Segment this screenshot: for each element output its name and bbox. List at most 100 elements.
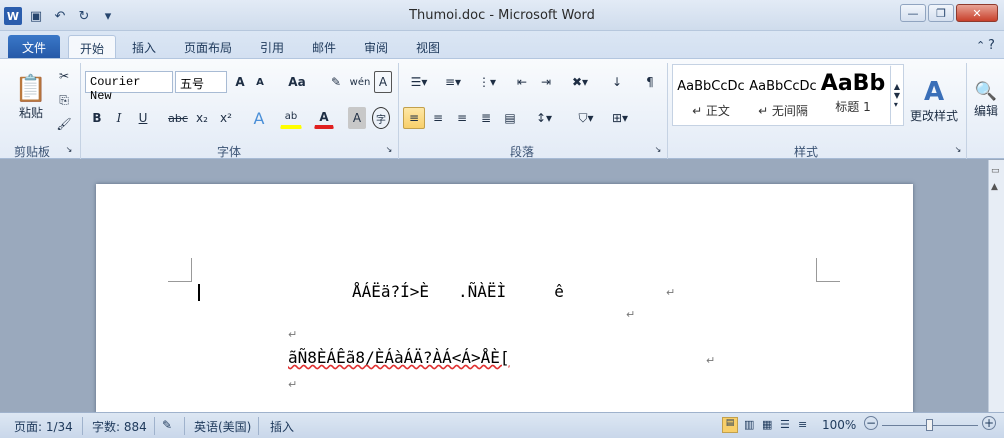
italic-button[interactable]: I	[110, 107, 128, 129]
paragraph-group-label: 段落	[510, 145, 535, 159]
language-indicator[interactable]: 英语(美国)	[194, 418, 251, 435]
status-divider	[184, 417, 185, 435]
align-center-icon[interactable]: ≡	[427, 107, 449, 129]
line-spacing-icon[interactable]: ↕▾	[530, 107, 558, 129]
status-divider	[154, 417, 155, 435]
tab-insert[interactable]: 插入	[122, 35, 166, 58]
bold-button[interactable]: B	[88, 107, 106, 129]
text-cursor	[198, 284, 200, 301]
group-divider	[80, 63, 81, 159]
outline-icon[interactable]: ☰	[780, 418, 790, 431]
zoom-in-icon[interactable]: +	[982, 416, 996, 430]
tab-file[interactable]: 文件	[8, 35, 60, 58]
clipboard-group-label: 剪贴板	[14, 145, 51, 159]
tab-mailings[interactable]: 邮件	[302, 35, 346, 58]
ruler-toggle-icon[interactable]: ▭	[991, 166, 1003, 176]
styles-scroll-icon[interactable]: ▲ ▼ ▾	[890, 65, 904, 125]
underline-button[interactable]: U	[134, 107, 152, 129]
status-bar: 页面: 1/34 字数: 884 ✎ 英语(美国) 插入 ▤ ▥ ▦ ☰ ≡ 1…	[0, 412, 1004, 438]
styles-group-label: 样式	[794, 145, 819, 159]
align-left-icon[interactable]: ≡	[403, 107, 425, 129]
enclose-char-button[interactable]: 字	[372, 107, 390, 129]
dialog-launcher-icon[interactable]: ↘	[383, 143, 395, 155]
numbering-icon[interactable]: ≡▾	[438, 71, 468, 93]
copy-icon[interactable]: ⎘	[54, 89, 74, 111]
align-right-icon[interactable]: ≡	[451, 107, 473, 129]
zoom-level[interactable]: 100%	[822, 418, 856, 432]
group-divider	[398, 63, 399, 159]
scroll-up-icon[interactable]: ▲	[991, 182, 1003, 192]
grow-font-button[interactable]: A	[232, 71, 248, 93]
phonetic-guide-icon[interactable]: wén	[350, 71, 371, 93]
superscript-button[interactable]: x²	[216, 107, 236, 129]
full-screen-icon[interactable]: ▥	[744, 418, 754, 431]
justify-icon[interactable]: ≣	[475, 107, 497, 129]
window-controls: — ❐ ✕	[900, 4, 998, 22]
status-divider	[258, 417, 259, 435]
distributed-icon[interactable]: ▤	[499, 107, 521, 129]
sort-icon[interactable]: ↓	[606, 71, 628, 93]
zoom-slider-thumb[interactable]	[926, 419, 933, 431]
font-name-select[interactable]: Courier New	[85, 71, 173, 103]
change-styles-button[interactable]: A 更改样式	[908, 63, 960, 137]
style-normal[interactable]: AaBbCcDc ↵ 正文	[676, 65, 746, 125]
tab-view[interactable]: 视图	[406, 35, 450, 58]
bullets-icon[interactable]: ☰▾	[404, 71, 434, 93]
document-line-2[interactable]: ãÑ8ÈÁÊã8/ÈÁàÁÄ?ÀÁ<Á>ÅÈ[	[288, 348, 510, 367]
tab-home[interactable]: 开始	[68, 35, 116, 58]
zoom-out-icon[interactable]: −	[864, 416, 878, 430]
minimize-button[interactable]: —	[900, 4, 926, 22]
style-no-spacing[interactable]: AaBbCcDc ↵ 无间隔	[748, 65, 818, 125]
group-divider	[667, 63, 668, 159]
char-border-button[interactable]: A	[374, 71, 392, 93]
vertical-scrollbar[interactable]: ▭ ▲	[988, 160, 1004, 412]
restore-button[interactable]: ❐	[928, 4, 954, 22]
strikethrough-button[interactable]: abc	[166, 107, 190, 129]
paragraph-mark: ↵	[706, 354, 716, 367]
change-case-button[interactable]: Aa	[284, 71, 310, 93]
draft-icon[interactable]: ≡	[798, 418, 807, 431]
multilevel-list-icon[interactable]: ⋮▾	[472, 71, 502, 93]
tab-review[interactable]: 审阅	[354, 35, 398, 58]
window-title: Thumoi.doc - Microsoft Word	[409, 8, 595, 23]
dialog-launcher-icon[interactable]: ↘	[63, 143, 75, 155]
decrease-indent-icon[interactable]: ⇤	[512, 71, 532, 93]
shrink-font-button[interactable]: A	[252, 71, 268, 93]
cut-icon[interactable]: ✂	[54, 65, 74, 87]
ribbon: 📋 粘贴 ✂ ⎘ 🖌 剪贴板 ↘ Courier New 五号 A A Aa ✎…	[0, 58, 1004, 159]
text-effects-button[interactable]: A	[248, 107, 270, 129]
borders-icon[interactable]: ⊞▾	[606, 107, 634, 129]
highlight-icon[interactable]: ab	[280, 107, 302, 129]
insert-mode[interactable]: 插入	[270, 418, 294, 435]
char-shading-button[interactable]: A	[348, 107, 366, 129]
show-marks-icon[interactable]: ¶	[640, 71, 660, 93]
dialog-launcher-icon[interactable]: ↘	[952, 143, 964, 155]
font-size-select[interactable]: 五号	[175, 71, 227, 93]
tab-page-layout[interactable]: 页面布局	[174, 35, 242, 58]
tab-references[interactable]: 引用	[250, 35, 294, 58]
font-color-button[interactable]: A	[314, 107, 334, 129]
ribbon-tabs: 文件 开始 插入 页面布局 引用 邮件 审阅 视图 ⌃ ?	[0, 31, 1004, 58]
page-count[interactable]: 页面: 1/34	[14, 418, 73, 435]
word-count[interactable]: 字数: 884	[92, 418, 147, 435]
print-layout-icon[interactable]: ▤	[722, 417, 738, 433]
paragraph-mark: ↵	[626, 308, 636, 321]
shading-icon[interactable]: ⛉▾	[572, 107, 600, 129]
web-layout-icon[interactable]: ▦	[762, 418, 772, 431]
title-bar: W ▣ ↶ ↻ ▾ Thumoi.doc - Microsoft Word — …	[0, 0, 1004, 31]
document-line-1[interactable]: ÅÁËä?Í>È .ÑÀËÌ ê	[352, 282, 564, 301]
increase-indent-icon[interactable]: ⇥	[536, 71, 556, 93]
close-button[interactable]: ✕	[956, 4, 998, 22]
paste-button[interactable]: 📋 粘贴	[14, 63, 48, 131]
dialog-launcher-icon[interactable]: ↘	[652, 143, 664, 155]
style-heading-1[interactable]: AaBb 标题 1	[820, 65, 886, 125]
subscript-button[interactable]: x₂	[192, 107, 212, 129]
format-painter-icon[interactable]: 🖌	[54, 113, 74, 135]
font-group-label: 字体	[217, 145, 242, 159]
help-icon[interactable]: ?	[984, 35, 999, 58]
chinese-layout-icon[interactable]: ✖▾	[566, 71, 594, 93]
clear-format-icon[interactable]: ✎	[326, 71, 346, 93]
proofing-icon[interactable]: ✎	[162, 418, 172, 432]
document-page[interactable]: ÅÁËä?Í>È .ÑÀËÌ ê ↵ ↵ ↵ ãÑ8ÈÁÊã8/ÈÁàÁÄ?ÀÁ…	[96, 184, 913, 414]
editing-button[interactable]: 🔍 编辑	[970, 63, 1002, 137]
